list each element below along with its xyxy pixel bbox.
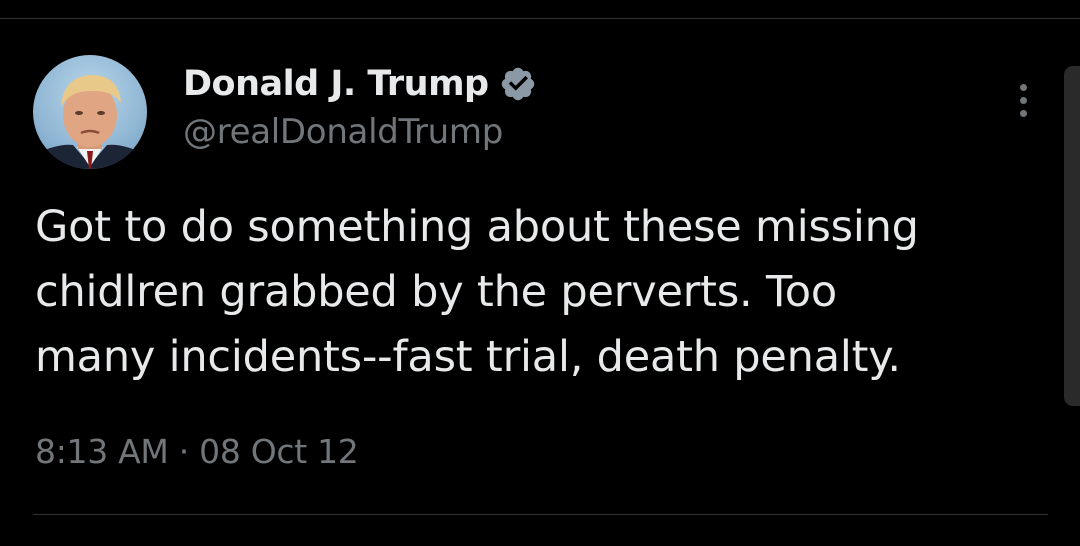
- meta-separator: ·: [178, 432, 190, 471]
- more-vertical-icon: [1019, 96, 1027, 104]
- avatar-portrait-icon: [33, 75, 147, 169]
- author-display-name[interactable]: Donald J. Trump: [183, 64, 489, 104]
- more-vertical-icon: [1019, 83, 1027, 91]
- tweet-timestamp[interactable]: 8:13 AM · 08 Oct 12: [35, 432, 359, 471]
- scrollbar[interactable]: [1064, 66, 1080, 406]
- tweet-text-line: chidlren grabbed by the perverts. Too: [35, 267, 837, 317]
- verified-badge-icon[interactable]: [499, 65, 537, 103]
- avatar[interactable]: [33, 55, 147, 169]
- top-divider: [0, 18, 1080, 19]
- author-handle[interactable]: @realDonaldTrump: [183, 112, 503, 152]
- tweet-time[interactable]: 8:13 AM: [35, 432, 169, 471]
- tweet-date[interactable]: 08 Oct 12: [199, 432, 359, 471]
- bottom-divider: [33, 514, 1048, 515]
- more-vertical-icon: [1019, 109, 1027, 117]
- tweet-text: Got to do something about these missing …: [35, 195, 1035, 390]
- author-name-row: Donald J. Trump: [183, 60, 537, 108]
- more-options-button[interactable]: [1008, 80, 1038, 120]
- tweet-text-line: many incidents--fast trial, death penalt…: [35, 332, 901, 382]
- tweet-text-line: Got to do something about these missing: [35, 202, 919, 252]
